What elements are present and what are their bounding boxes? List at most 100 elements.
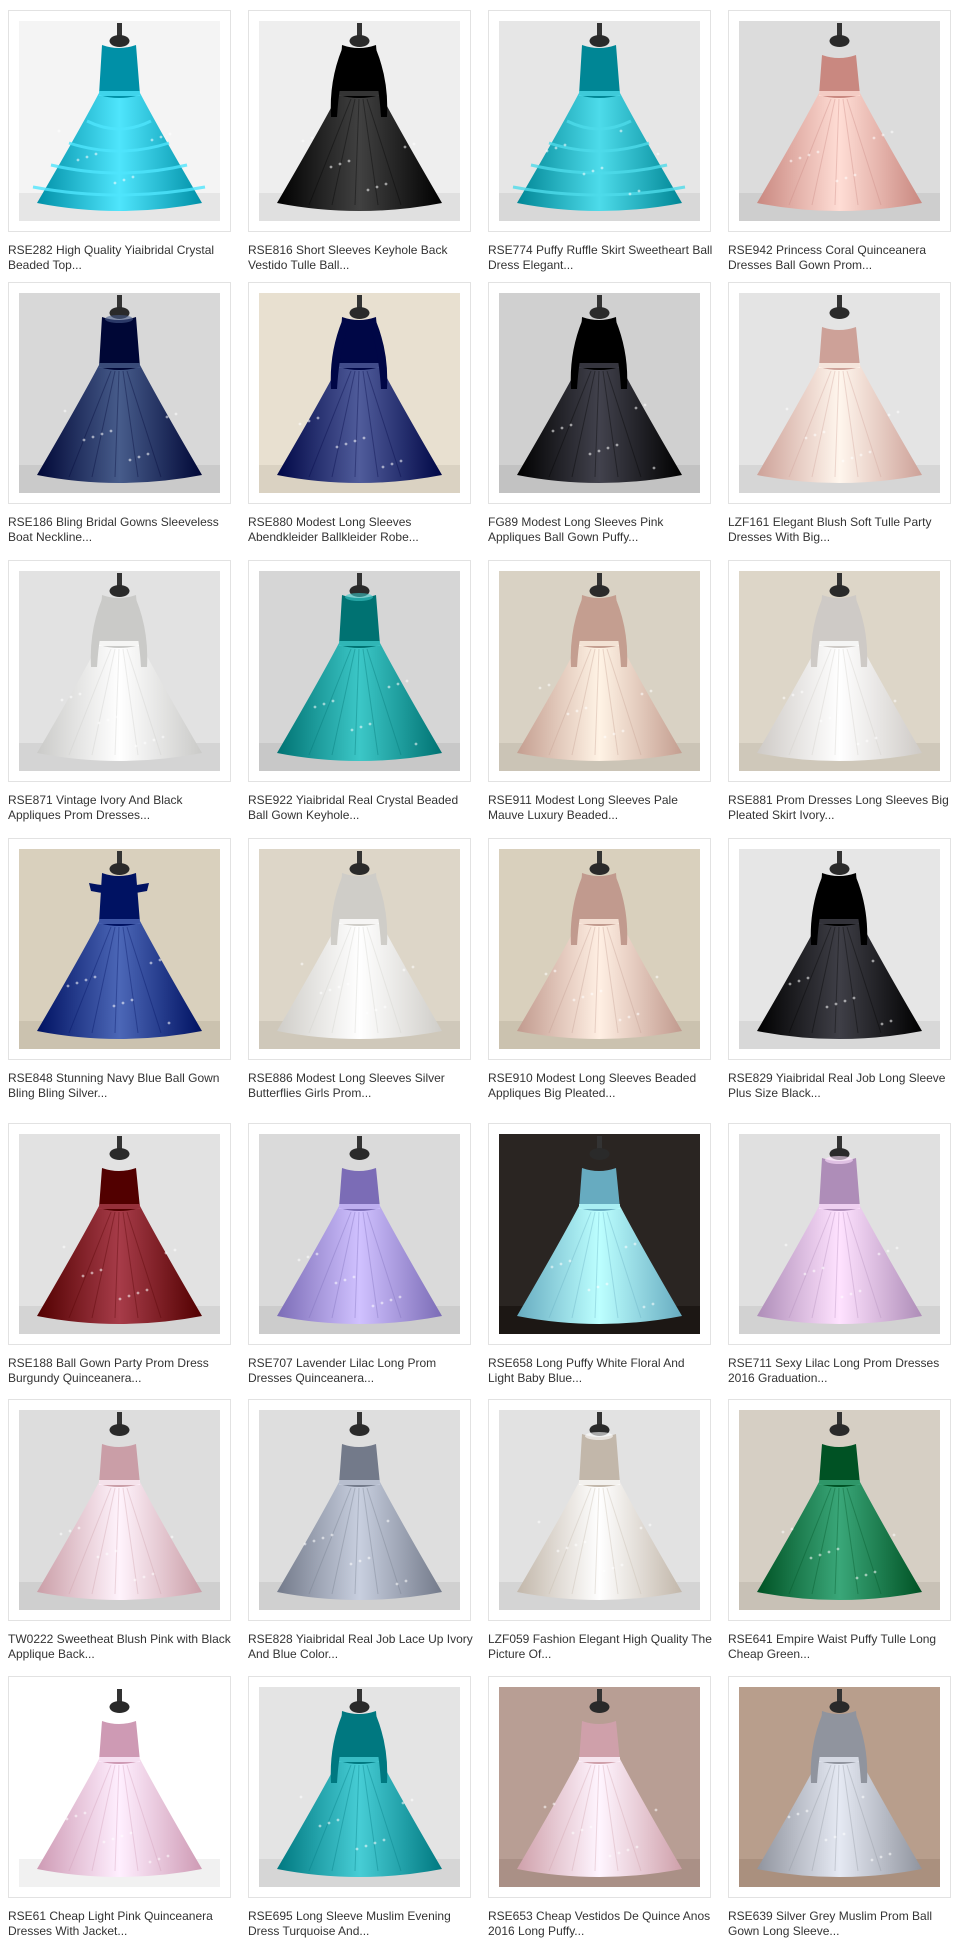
product-image-link[interactable]	[8, 282, 231, 504]
product-title-link[interactable]: RSE707 Lavender Lilac Long Prom Dresses …	[248, 1356, 473, 1386]
product-card[interactable]: RSE653 Cheap Vestidos De Quince Anos 201…	[488, 1676, 713, 1946]
product-image-link[interactable]	[728, 1399, 951, 1621]
product-image-link[interactable]	[488, 838, 711, 1060]
product-image	[739, 21, 940, 221]
product-image-link[interactable]	[248, 10, 471, 232]
product-title-link[interactable]: RSE911 Modest Long Sleeves Pale Mauve Lu…	[488, 793, 713, 823]
product-photo	[499, 1687, 700, 1887]
product-card[interactable]: RSE695 Long Sleeve Muslim Evening Dress …	[248, 1676, 473, 1946]
product-image-link[interactable]	[248, 560, 471, 782]
product-title-link[interactable]: RSE186 Bling Bridal Gowns Sleeveless Boa…	[8, 515, 233, 545]
product-title-link[interactable]: RSE829 Yiaibridal Real Job Long Sleeve P…	[728, 1071, 953, 1101]
product-title-link[interactable]: RSE658 Long Puffy White Floral And Light…	[488, 1356, 713, 1386]
product-card[interactable]: LZF059 Fashion Elegant High Quality The …	[488, 1399, 713, 1669]
product-card[interactable]: RSE848 Stunning Navy Blue Ball Gown Blin…	[8, 838, 233, 1108]
product-title-link[interactable]: LZF161 Elegant Blush Soft Tulle Party Dr…	[728, 515, 953, 545]
product-card[interactable]: RSE881 Prom Dresses Long Sleeves Big Ple…	[728, 560, 953, 830]
product-card[interactable]: RSE942 Princess Coral Quinceanera Dresse…	[728, 10, 953, 280]
product-title-link[interactable]: RSE816 Short Sleeves Keyhole Back Vestid…	[248, 243, 473, 273]
product-card[interactable]: RSE910 Modest Long Sleeves Beaded Appliq…	[488, 838, 713, 1108]
product-photo	[499, 571, 700, 771]
product-title-link[interactable]: RSE61 Cheap Light Pink Quinceanera Dress…	[8, 1909, 233, 1939]
product-title-link[interactable]: RSE922 Yiaibridal Real Crystal Beaded Ba…	[248, 793, 473, 823]
product-image	[19, 1687, 220, 1887]
product-card[interactable]: RSE658 Long Puffy White Floral And Light…	[488, 1123, 713, 1393]
product-card[interactable]: RSE828 Yiaibridal Real Job Lace Up Ivory…	[248, 1399, 473, 1669]
product-title-link[interactable]: FG89 Modest Long Sleeves Pink Appliques …	[488, 515, 713, 545]
product-card[interactable]: RSE282 High Quality Yiaibridal Crystal B…	[8, 10, 233, 280]
product-title-link[interactable]: RSE881 Prom Dresses Long Sleeves Big Ple…	[728, 793, 953, 823]
product-title-link[interactable]: RSE828 Yiaibridal Real Job Lace Up Ivory…	[248, 1632, 473, 1662]
product-card[interactable]: RSE774 Puffy Ruffle Skirt Sweetheart Bal…	[488, 10, 713, 280]
product-image-link[interactable]	[8, 10, 231, 232]
product-card[interactable]: FG89 Modest Long Sleeves Pink Appliques …	[488, 282, 713, 552]
product-card[interactable]: RSE816 Short Sleeves Keyhole Back Vestid…	[248, 10, 473, 280]
product-image	[19, 571, 220, 771]
product-image-link[interactable]	[488, 282, 711, 504]
product-title-link[interactable]: RSE188 Ball Gown Party Prom Dress Burgun…	[8, 1356, 233, 1386]
product-image-link[interactable]	[248, 1399, 471, 1621]
product-photo	[499, 1134, 700, 1334]
product-card[interactable]: RSE188 Ball Gown Party Prom Dress Burgun…	[8, 1123, 233, 1393]
product-image	[19, 1410, 220, 1610]
product-photo	[739, 1687, 940, 1887]
product-title-link[interactable]: RSE641 Empire Waist Puffy Tulle Long Che…	[728, 1632, 953, 1662]
product-card[interactable]: TW0222 Sweetheat Blush Pink with Black A…	[8, 1399, 233, 1669]
product-card[interactable]: RSE871 Vintage Ivory And Black Appliques…	[8, 560, 233, 830]
product-card[interactable]: RSE186 Bling Bridal Gowns Sleeveless Boa…	[8, 282, 233, 552]
product-image-link[interactable]	[8, 1123, 231, 1345]
product-image-link[interactable]	[248, 838, 471, 1060]
product-image-link[interactable]	[248, 282, 471, 504]
product-card[interactable]: RSE711 Sexy Lilac Long Prom Dresses 2016…	[728, 1123, 953, 1393]
product-title-link[interactable]: RSE848 Stunning Navy Blue Ball Gown Blin…	[8, 1071, 233, 1101]
product-title-link[interactable]: RSE910 Modest Long Sleeves Beaded Appliq…	[488, 1071, 713, 1101]
product-card[interactable]: RSE641 Empire Waist Puffy Tulle Long Che…	[728, 1399, 953, 1669]
product-title-link[interactable]: RSE639 Silver Grey Muslim Prom Ball Gown…	[728, 1909, 953, 1939]
product-photo	[739, 293, 940, 493]
product-image-link[interactable]	[728, 10, 951, 232]
product-image-link[interactable]	[728, 282, 951, 504]
product-image-link[interactable]	[728, 1676, 951, 1898]
product-card[interactable]: RSE922 Yiaibridal Real Crystal Beaded Ba…	[248, 560, 473, 830]
product-title-link[interactable]: TW0222 Sweetheat Blush Pink with Black A…	[8, 1632, 233, 1662]
product-title-link[interactable]: RSE282 High Quality Yiaibridal Crystal B…	[8, 243, 233, 273]
product-title-link[interactable]: LZF059 Fashion Elegant High Quality The …	[488, 1632, 713, 1662]
product-image-link[interactable]	[728, 838, 951, 1060]
product-image-link[interactable]	[488, 1399, 711, 1621]
product-card[interactable]: RSE707 Lavender Lilac Long Prom Dresses …	[248, 1123, 473, 1393]
product-image-link[interactable]	[8, 1676, 231, 1898]
product-title-link[interactable]: RSE942 Princess Coral Quinceanera Dresse…	[728, 243, 953, 273]
product-photo	[499, 293, 700, 493]
product-photo	[259, 1687, 460, 1887]
product-card[interactable]: RSE829 Yiaibridal Real Job Long Sleeve P…	[728, 838, 953, 1108]
product-image-link[interactable]	[488, 1123, 711, 1345]
product-card[interactable]: RSE886 Modest Long Sleeves Silver Butter…	[248, 838, 473, 1108]
product-title-link[interactable]: RSE871 Vintage Ivory And Black Appliques…	[8, 793, 233, 823]
product-title-link[interactable]: RSE774 Puffy Ruffle Skirt Sweetheart Bal…	[488, 243, 713, 273]
product-image	[739, 571, 940, 771]
product-image-link[interactable]	[8, 560, 231, 782]
product-image	[259, 1410, 460, 1610]
product-image-link[interactable]	[248, 1676, 471, 1898]
product-title-link[interactable]: RSE653 Cheap Vestidos De Quince Anos 201…	[488, 1909, 713, 1939]
product-title-link[interactable]: RSE711 Sexy Lilac Long Prom Dresses 2016…	[728, 1356, 953, 1386]
product-card[interactable]: RSE639 Silver Grey Muslim Prom Ball Gown…	[728, 1676, 953, 1946]
product-image-link[interactable]	[488, 560, 711, 782]
product-image-link[interactable]	[248, 1123, 471, 1345]
product-image-link[interactable]	[488, 1676, 711, 1898]
product-title-link[interactable]: RSE886 Modest Long Sleeves Silver Butter…	[248, 1071, 473, 1101]
product-image-link[interactable]	[8, 1399, 231, 1621]
product-photo	[19, 1687, 220, 1887]
product-card[interactable]: RSE61 Cheap Light Pink Quinceanera Dress…	[8, 1676, 233, 1946]
product-card[interactable]: RSE911 Modest Long Sleeves Pale Mauve Lu…	[488, 560, 713, 830]
product-image-link[interactable]	[728, 560, 951, 782]
product-card[interactable]: LZF161 Elegant Blush Soft Tulle Party Dr…	[728, 282, 953, 552]
product-card[interactable]: RSE880 Modest Long Sleeves Abendkleider …	[248, 282, 473, 552]
product-image	[499, 1410, 700, 1610]
product-image-link[interactable]	[8, 838, 231, 1060]
product-image-link[interactable]	[488, 10, 711, 232]
product-title-link[interactable]: RSE880 Modest Long Sleeves Abendkleider …	[248, 515, 473, 545]
product-image-link[interactable]	[728, 1123, 951, 1345]
product-title-link[interactable]: RSE695 Long Sleeve Muslim Evening Dress …	[248, 1909, 473, 1939]
product-image	[259, 849, 460, 1049]
